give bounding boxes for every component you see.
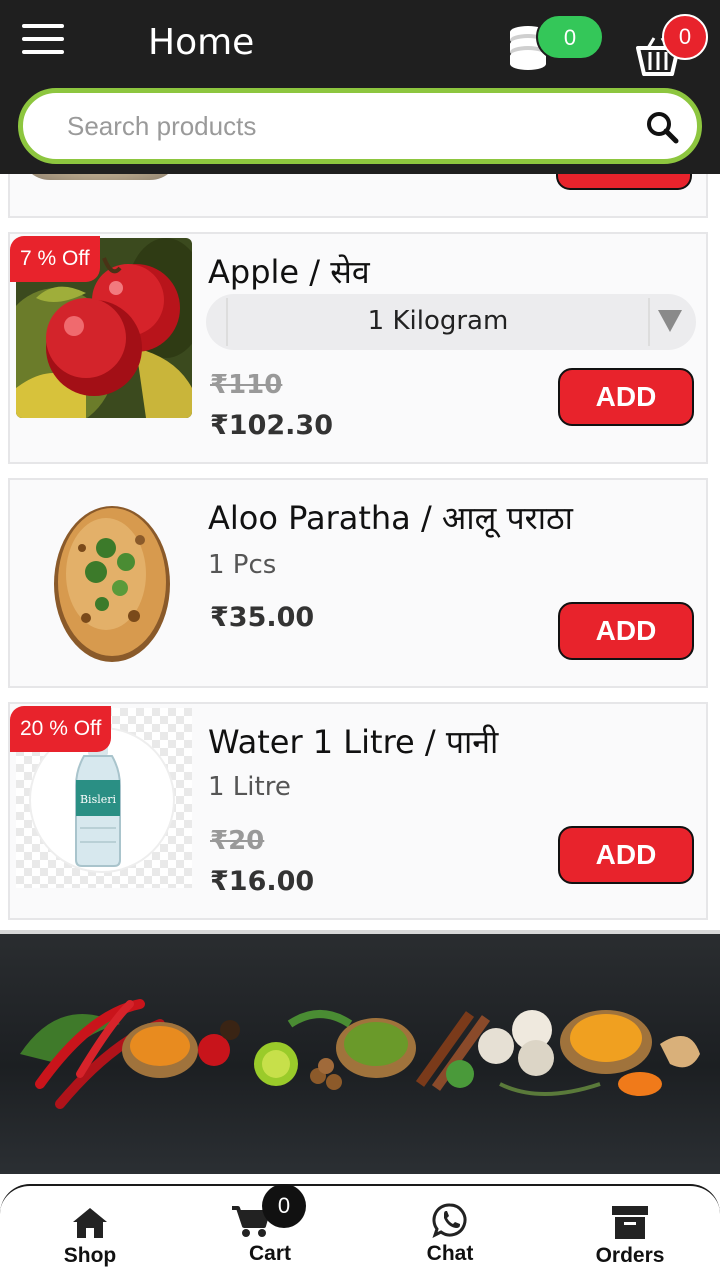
discount-badge: 20 % Off bbox=[10, 706, 112, 752]
sale-price: ₹16.00 bbox=[210, 866, 315, 897]
page-title: Home bbox=[148, 22, 255, 63]
nav-label: Cart bbox=[248, 1242, 291, 1265]
nav-label: Orders bbox=[595, 1244, 665, 1267]
nav-orders[interactable]: Orders bbox=[560, 1186, 700, 1280]
menu-icon[interactable] bbox=[22, 24, 64, 54]
product-card-apple: 7 % Off Apple / सेव 1 Kilogram ₹110 ₹102… bbox=[8, 232, 708, 464]
add-button[interactable]: ADD bbox=[558, 602, 694, 660]
coins-count-badge: 0 bbox=[536, 14, 604, 60]
aloo-paratha-image[interactable] bbox=[16, 488, 192, 668]
product-card-water: Bisleri 20 % Off Water 1 Litre / पानी 1 … bbox=[8, 702, 708, 920]
sale-price: ₹102.30 bbox=[210, 410, 333, 441]
nav-label: Shop bbox=[63, 1244, 117, 1267]
sale-price: ₹35.00 bbox=[210, 602, 315, 633]
cart-count-badge: 0 bbox=[662, 14, 708, 60]
original-price: ₹110 bbox=[210, 370, 283, 400]
nav-shop[interactable]: Shop bbox=[20, 1186, 160, 1280]
product-name: Water 1 Litre / पानी bbox=[208, 723, 499, 761]
add-button[interactable]: ADD bbox=[558, 368, 694, 426]
search-input[interactable] bbox=[67, 107, 627, 145]
nav-label: Chat bbox=[426, 1242, 474, 1265]
product-card-aloo-paratha: Aloo Paratha / आलू पराठा 1 Pcs ₹35.00 AD… bbox=[8, 478, 708, 688]
select-divider bbox=[648, 298, 650, 346]
product-unit: 1 Pcs bbox=[208, 550, 277, 580]
nav-cart[interactable]: 0 Cart bbox=[200, 1184, 340, 1280]
header-cart-button[interactable]: 0 bbox=[632, 14, 712, 76]
promo-banner-spices[interactable] bbox=[0, 930, 720, 1174]
dropdown-arrow-icon bbox=[658, 310, 682, 332]
unit-select[interactable]: 1 Kilogram bbox=[206, 294, 696, 350]
original-price: ₹20 bbox=[210, 826, 265, 856]
wallet-coins-button[interactable]: 0 bbox=[508, 14, 608, 70]
bottle-brand-label: Bisleri bbox=[80, 793, 117, 806]
product-list: 7 % Off Apple / सेव 1 Kilogram ₹110 ₹102… bbox=[0, 0, 720, 1280]
spices-photo bbox=[20, 999, 700, 1109]
add-button[interactable]: ADD bbox=[558, 826, 694, 884]
product-name: Aloo Paratha / आलू पराठा bbox=[208, 499, 573, 537]
cart-badge: 0 bbox=[262, 1184, 306, 1228]
product-name: Apple / सेव bbox=[208, 253, 370, 291]
search-bar[interactable] bbox=[18, 88, 702, 164]
app-header: Home 0 0 bbox=[0, 0, 720, 174]
bottom-navigation: Shop 0 Cart Chat Orders bbox=[0, 1184, 720, 1280]
archive-box-icon bbox=[612, 1206, 648, 1239]
whatsapp-icon bbox=[432, 1203, 467, 1238]
unit-select-value: 1 Kilogram bbox=[367, 306, 509, 336]
product-unit: 1 Litre bbox=[208, 772, 291, 802]
discount-badge: 7 % Off bbox=[10, 236, 100, 282]
paratha-photo bbox=[54, 506, 170, 662]
search-icon[interactable] bbox=[645, 110, 679, 144]
nav-chat[interactable]: Chat bbox=[380, 1186, 520, 1280]
home-icon bbox=[73, 1208, 107, 1238]
